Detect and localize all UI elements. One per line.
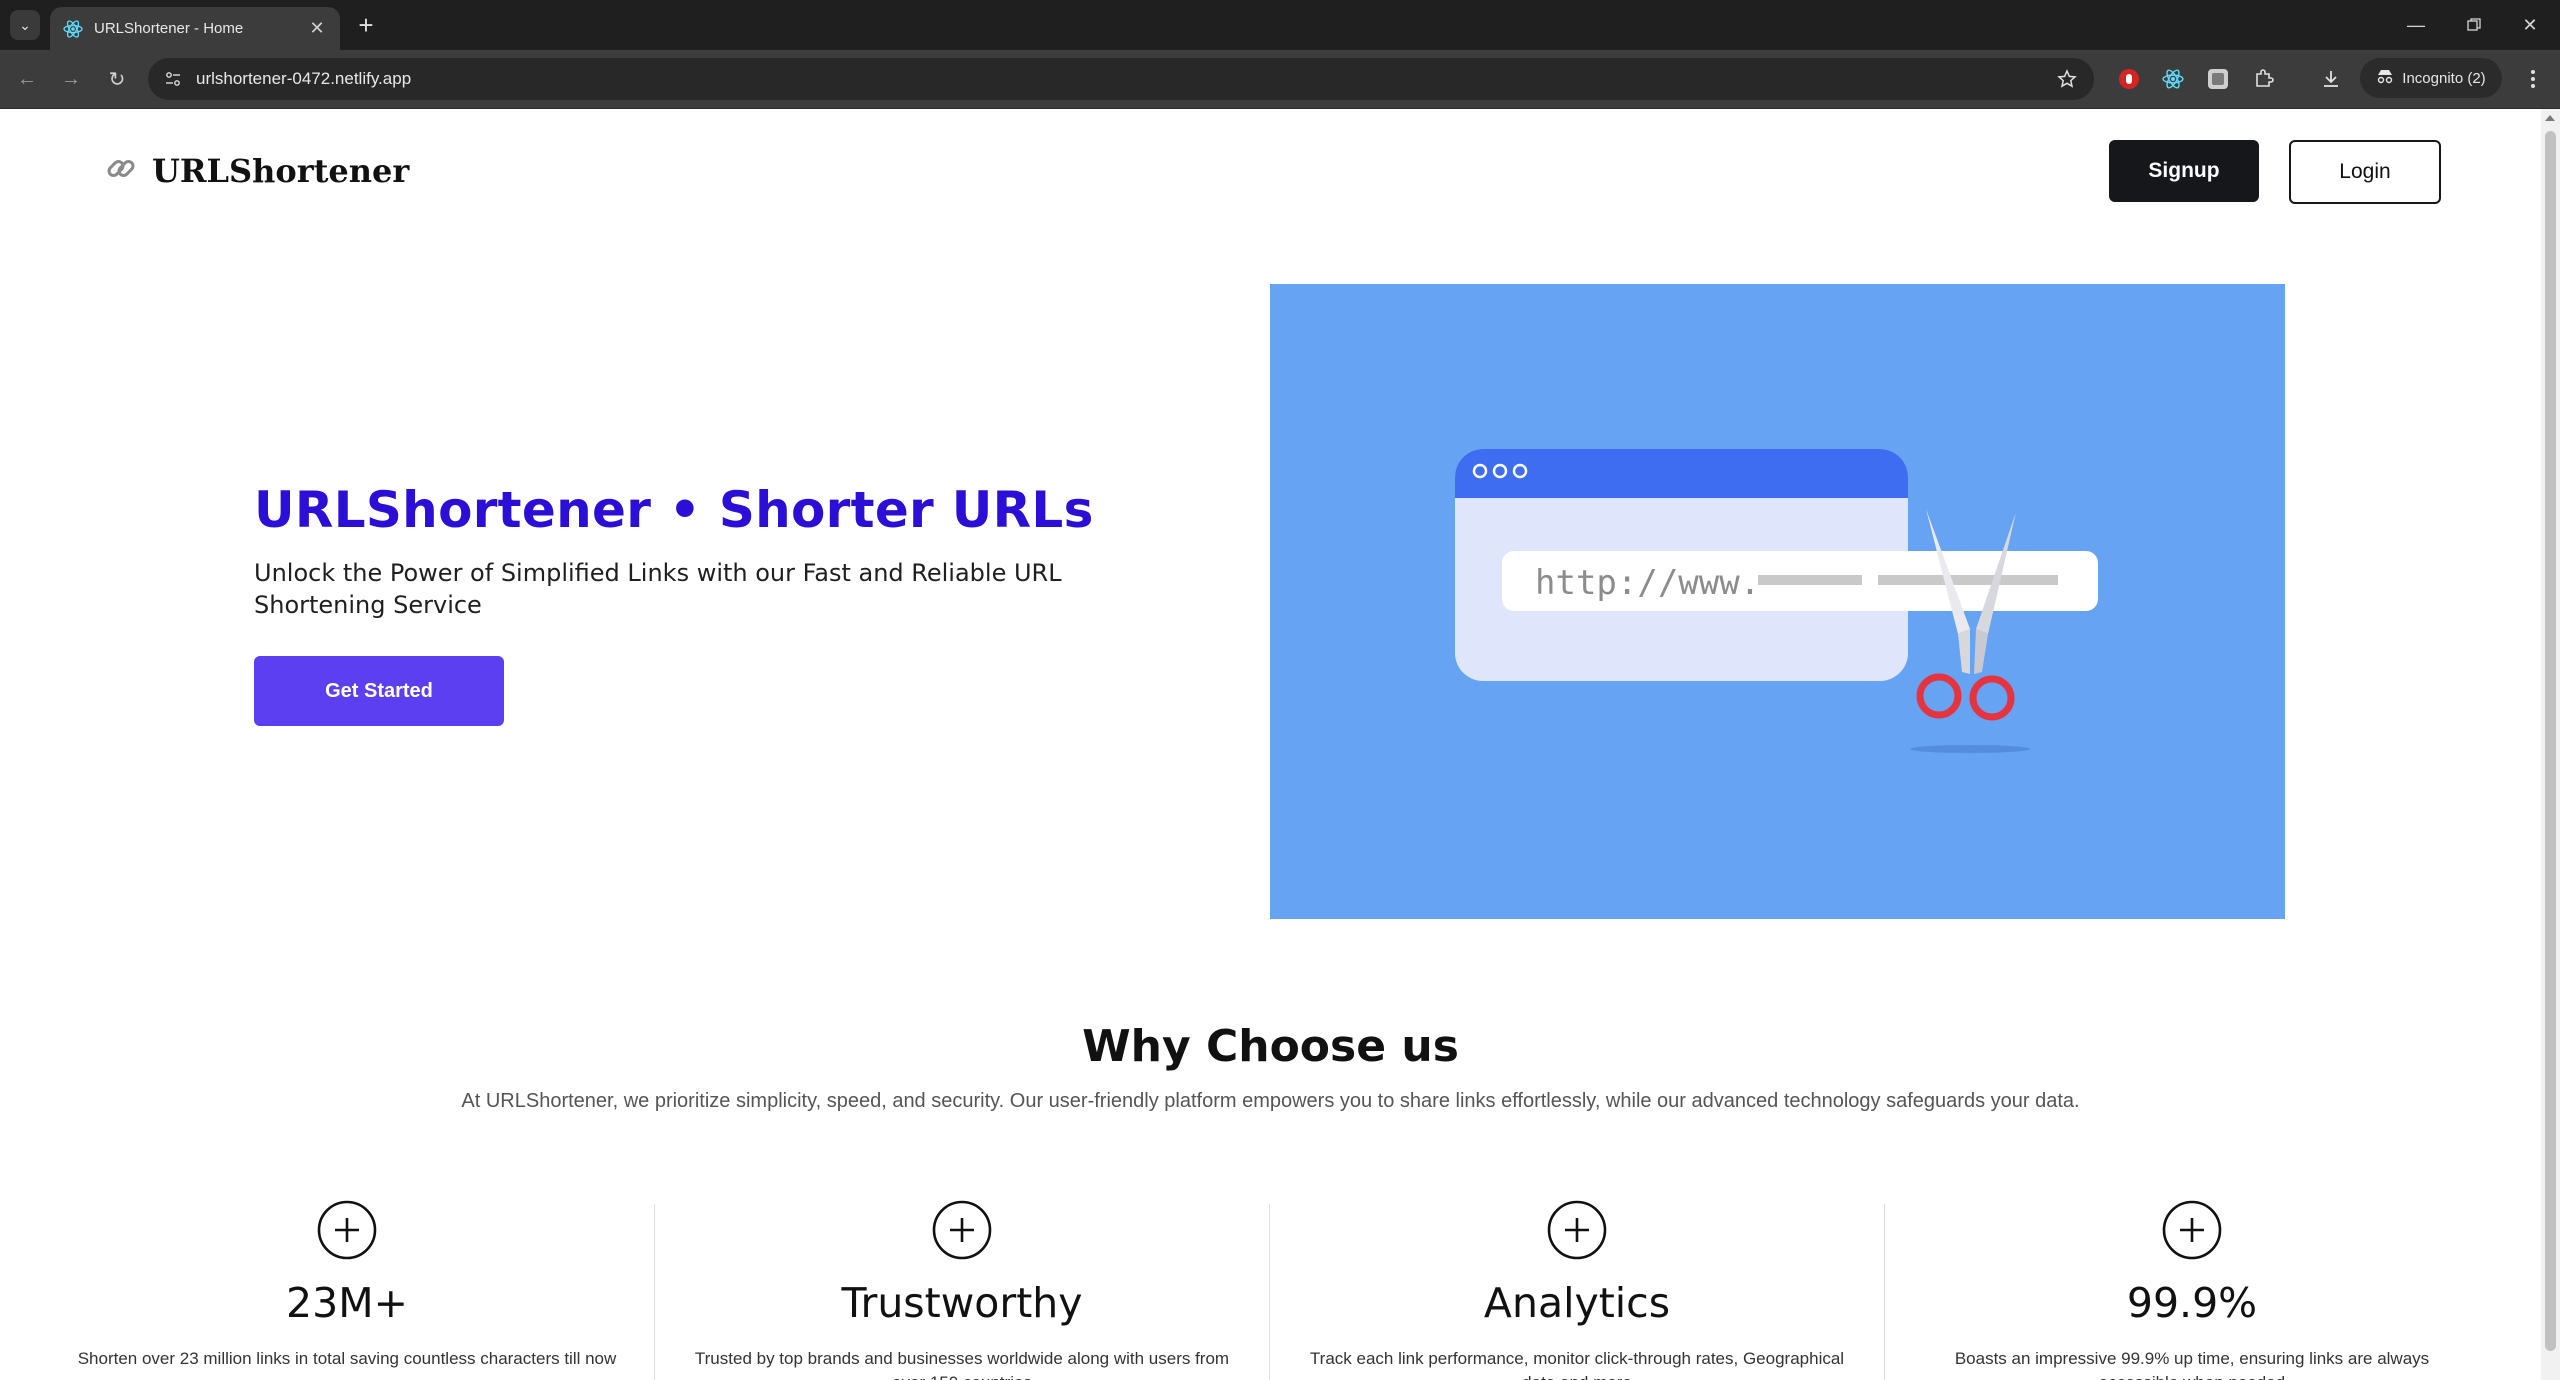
- address-bar[interactable]: urlshortener-0472.netlify.app: [148, 58, 2094, 100]
- logo-text: URLShortener: [152, 151, 410, 190]
- scroll-up-icon[interactable]: [2545, 115, 2555, 121]
- feature-card: Analytics Track each link performance, m…: [1270, 1199, 1884, 1380]
- plus-circle-icon: [2162, 1200, 2222, 1260]
- bookmark-star-icon[interactable]: [2054, 66, 2080, 92]
- feature-card: Trustworthy Trusted by top brands and bu…: [655, 1199, 1269, 1380]
- feature-title: Trustworthy: [841, 1279, 1083, 1327]
- tab-search-button[interactable]: ⌄: [10, 10, 40, 40]
- feature-description: Shorten over 23 million links in total s…: [77, 1349, 617, 1368]
- page-viewport: URLShortener Signup Login URLShortener •…: [0, 109, 2541, 1380]
- link-chain-icon: [104, 151, 138, 190]
- page-scrollbar[interactable]: [2541, 109, 2560, 1380]
- active-tab[interactable]: URLShortener - Home ✕: [50, 7, 340, 50]
- why-choose-text: At URLShortener, we prioritize simplicit…: [461, 1090, 2080, 1112]
- incognito-icon: [2376, 68, 2394, 88]
- forward-arrow-icon[interactable]: →: [56, 64, 86, 94]
- new-tab-button[interactable]: +: [352, 12, 380, 40]
- browser-toolbar: ← → ↻ urlshortener-0472.netlify.app Inco…: [0, 50, 2560, 109]
- illustration-url-text: http://www.: [1535, 563, 1760, 603]
- site-info-icon[interactable]: [160, 66, 186, 92]
- more-menu-icon[interactable]: [2518, 64, 2548, 94]
- plus-circle-icon: [932, 1200, 992, 1260]
- get-started-button[interactable]: Get Started: [254, 656, 504, 726]
- feature-card: 99.9% Boasts an impressive 99.9% up time…: [1885, 1199, 2499, 1380]
- feature-title: 99.9%: [2126, 1279, 2258, 1327]
- extension-red-icon[interactable]: [2114, 64, 2144, 94]
- reload-icon[interactable]: ↻: [102, 64, 132, 94]
- login-button[interactable]: Login: [2289, 140, 2441, 204]
- feature-card: 23M+ Shorten over 23 million links in to…: [40, 1199, 654, 1380]
- feature-description: Trusted by top brands and businesses wor…: [694, 1349, 1230, 1380]
- restore-icon[interactable]: [2454, 10, 2494, 40]
- plus-circle-icon: [1547, 1200, 1607, 1260]
- incognito-button[interactable]: Incognito (2): [2360, 58, 2502, 98]
- react-favicon-icon: [62, 18, 84, 40]
- hero-subtitle: Unlock the Power of Simplified Links wit…: [254, 559, 1062, 619]
- scrollbar-thumb[interactable]: [2545, 131, 2556, 1351]
- back-arrow-icon[interactable]: ←: [12, 64, 42, 94]
- url-text[interactable]: urlshortener-0472.netlify.app: [196, 69, 411, 89]
- chevron-down-icon: ⌄: [19, 16, 31, 33]
- hero-illustration: http://www.: [1270, 284, 2285, 919]
- download-icon[interactable]: [2316, 64, 2346, 94]
- minimize-icon[interactable]: —: [2396, 10, 2436, 40]
- why-choose-title: Why Choose us: [1082, 1021, 1459, 1072]
- feature-title: Analytics: [1483, 1279, 1671, 1327]
- incognito-label: Incognito (2): [2402, 69, 2486, 87]
- feature-description: Boasts an impressive 99.9% up time, ensu…: [1954, 1349, 2430, 1380]
- tab-title: URLShortener - Home: [94, 20, 244, 37]
- feature-description: Track each link performance, monitor cli…: [1309, 1349, 1845, 1380]
- react-devtools-icon[interactable]: [2158, 64, 2188, 94]
- close-window-icon[interactable]: ✕: [2510, 10, 2550, 40]
- browser-tab-bar: ⌄ URLShortener - Home ✕ + — ✕: [0, 0, 2560, 50]
- signup-button[interactable]: Signup: [2109, 140, 2259, 202]
- close-tab-icon[interactable]: ✕: [304, 16, 330, 42]
- site-logo[interactable]: URLShortener: [104, 151, 409, 190]
- plus-circle-icon: [317, 1200, 377, 1260]
- extension-gray-icon[interactable]: [2203, 64, 2233, 94]
- extensions-puzzle-icon[interactable]: [2249, 64, 2279, 94]
- hero-title: URLShortener • Shorter URLs: [254, 481, 1094, 539]
- url-cut-illustration: http://www.: [1455, 449, 2098, 753]
- feature-title: 23M+: [286, 1279, 408, 1327]
